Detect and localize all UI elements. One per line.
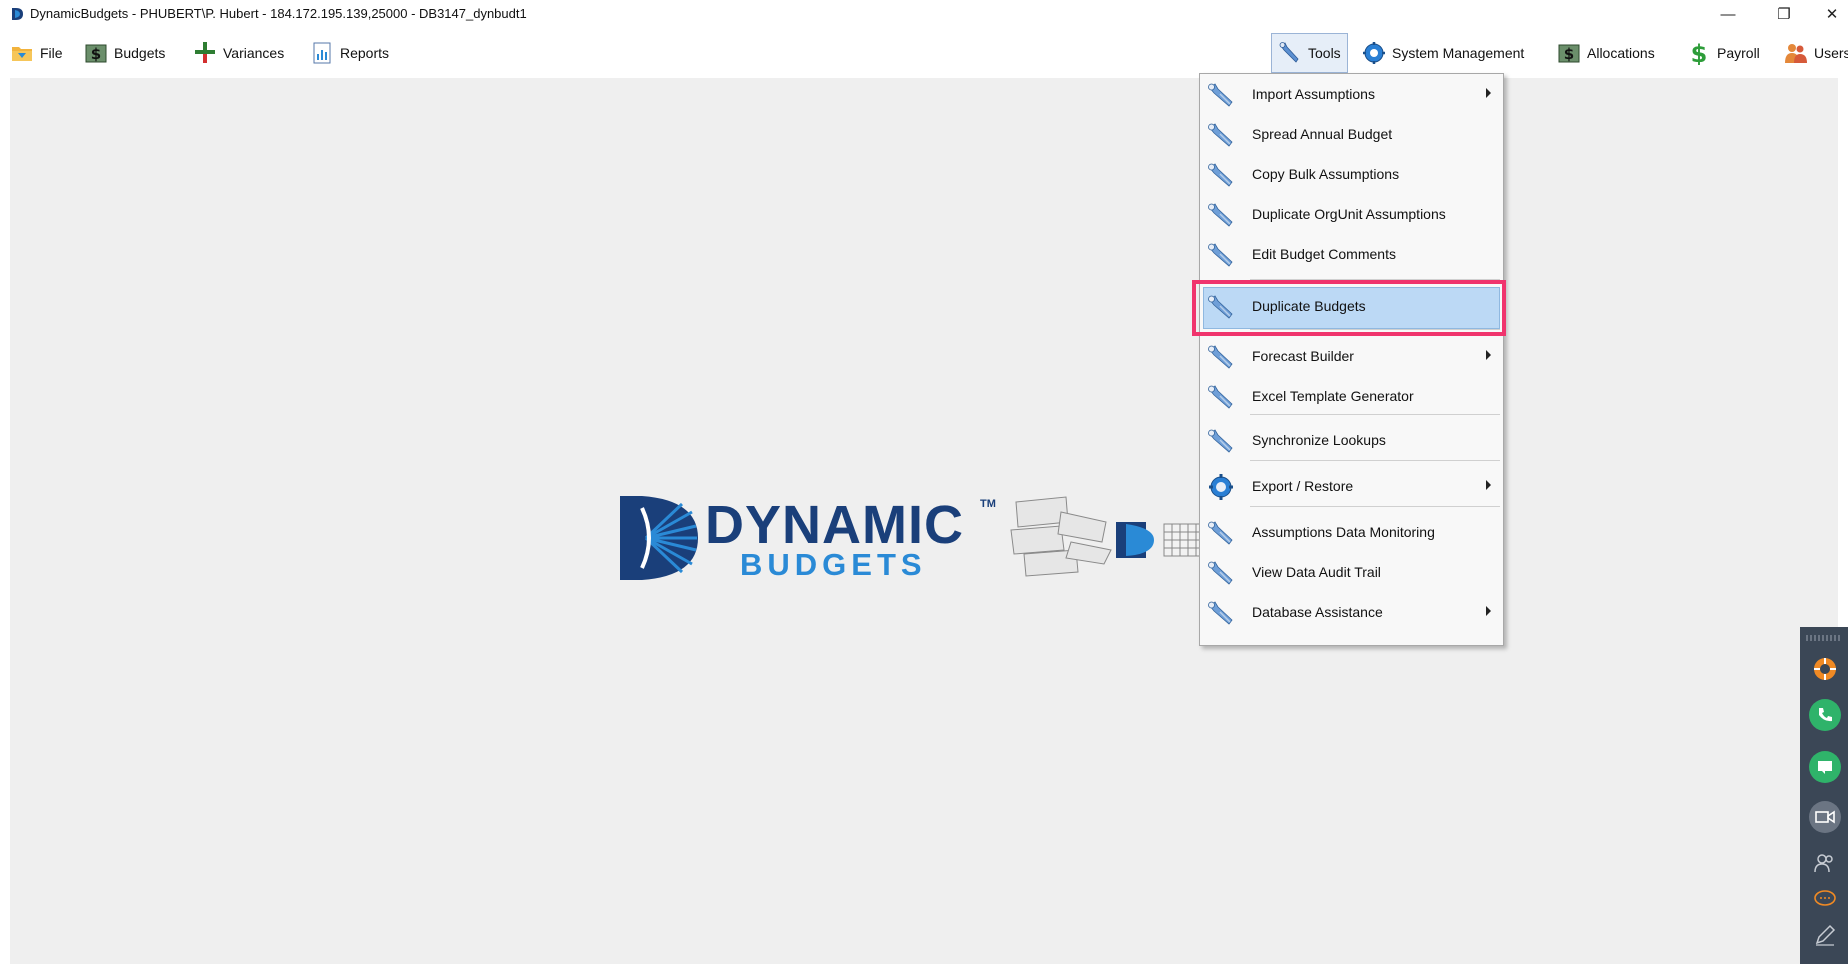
wrench-icon <box>1206 428 1236 454</box>
menu-allocations-label: Allocations <box>1587 45 1655 61</box>
dynamic-budgets-logo: DYNAMIC TM BUDGETS <box>612 492 1032 587</box>
gear-icon <box>1206 474 1236 500</box>
menu-item-excel-template-generator[interactable]: Excel Template Generator <box>1200 376 1503 416</box>
menu-separator <box>1250 506 1500 507</box>
plus-minus-icon <box>195 42 215 63</box>
menu-system-management-label: System Management <box>1392 45 1525 61</box>
menu-separator <box>1250 414 1500 415</box>
menu-file-label: File <box>40 45 63 61</box>
svg-text:$: $ <box>1564 45 1574 63</box>
menu-item-label: Copy Bulk Assumptions <box>1252 166 1400 182</box>
wrench-icon <box>1206 560 1236 586</box>
gear-icon <box>1363 42 1385 64</box>
panel-grip[interactable] <box>1806 635 1842 641</box>
menu-item-label: Export / Restore <box>1252 478 1354 494</box>
wrench-icon <box>1206 384 1236 410</box>
wrench-icon <box>1206 202 1236 228</box>
menu-variances[interactable]: Variances <box>193 36 284 70</box>
svg-text:$: $ <box>91 45 101 63</box>
wrench-icon <box>1206 344 1236 370</box>
menu-item-export-restore[interactable]: Export / Restore <box>1200 466 1503 506</box>
menu-item-database-assistance[interactable]: Database Assistance <box>1200 592 1503 632</box>
wrench-icon <box>1206 162 1236 188</box>
close-button[interactable]: ✕ <box>1804 0 1848 28</box>
menu-item-label: Synchronize Lookups <box>1252 432 1386 448</box>
money-icon: $ <box>1691 41 1708 65</box>
dollar-icon: $ <box>1558 44 1580 63</box>
menu-tools-label: Tools <box>1308 45 1341 61</box>
help-icon[interactable] <box>1809 653 1841 685</box>
remote-support-panel <box>1800 627 1848 964</box>
window-title: DynamicBudgets - PHUBERT\P. Hubert - 184… <box>30 6 527 21</box>
menu-item-label: Excel Template Generator <box>1252 388 1414 404</box>
menu-reports-label: Reports <box>340 45 390 61</box>
menu-allocations[interactable]: $ Allocations <box>1557 36 1655 70</box>
menu-payroll[interactable]: $ Payroll <box>1687 36 1760 70</box>
menu-tools[interactable]: Tools <box>1271 33 1348 73</box>
minimize-icon: — <box>1720 5 1736 23</box>
menu-item-label: Duplicate OrgUnit Assumptions <box>1252 206 1446 222</box>
logo-trademark: TM <box>980 498 996 510</box>
menu-item-assumptions-data-monitoring[interactable]: Assumptions Data Monitoring <box>1200 512 1503 552</box>
menu-budgets[interactable]: $ Budgets <box>84 36 165 70</box>
menu-item-label: Forecast Builder <box>1252 348 1354 364</box>
dollar-icon: $ <box>85 44 107 63</box>
restore-icon: ❐ <box>1777 6 1791 23</box>
phone-icon[interactable] <box>1809 699 1841 731</box>
menu-payroll-label: Payroll <box>1717 45 1760 61</box>
wrench-icon <box>1206 520 1236 546</box>
pen-icon[interactable] <box>1809 919 1841 951</box>
submenu-arrow-icon <box>1486 88 1491 98</box>
folder-icon <box>12 47 32 61</box>
app-window: DynamicBudgets - PHUBERT\P. Hubert - 184… <box>0 0 1848 964</box>
menu-item-label: Spread Annual Budget <box>1252 126 1393 142</box>
report-icon <box>313 42 331 64</box>
menu-file[interactable]: File <box>10 36 63 70</box>
video-icon[interactable] <box>1809 801 1841 833</box>
wrench-icon <box>1206 122 1236 148</box>
title-bar: DynamicBudgets - PHUBERT\P. Hubert - 184… <box>0 0 1848 28</box>
close-icon: ✕ <box>1825 6 1839 23</box>
menu-item-label: Assumptions Data Monitoring <box>1252 524 1435 540</box>
wrench-icon <box>1279 42 1299 63</box>
submenu-arrow-icon <box>1486 606 1491 616</box>
menu-reports[interactable]: Reports <box>310 36 389 70</box>
minimize-button[interactable]: — <box>1700 0 1756 28</box>
menu-item-label: Edit Budget Comments <box>1252 246 1396 262</box>
logo-decoration-graphic <box>1010 496 1202 577</box>
chat-icon[interactable] <box>1809 751 1841 783</box>
wrench-icon <box>1206 82 1236 108</box>
annotation-highlight-box <box>1192 280 1506 336</box>
menu-item-spread-annual-budget[interactable]: Spread Annual Budget <box>1200 114 1503 154</box>
menu-item-duplicate-orgunit-assumptions[interactable]: Duplicate OrgUnit Assumptions <box>1200 194 1503 234</box>
menu-item-label: Database Assistance <box>1252 604 1383 620</box>
menu-budgets-label: Budgets <box>114 45 166 61</box>
submenu-arrow-icon <box>1486 480 1491 490</box>
message-icon[interactable] <box>1809 883 1841 915</box>
menu-item-copy-bulk-assumptions[interactable]: Copy Bulk Assumptions <box>1200 154 1503 194</box>
menu-item-label: View Data Audit Trail <box>1252 564 1381 580</box>
submenu-arrow-icon <box>1486 350 1491 360</box>
menu-item-forecast-builder[interactable]: Forecast Builder <box>1200 336 1503 376</box>
menu-variances-label: Variances <box>223 45 285 61</box>
menu-item-view-data-audit-trail[interactable]: View Data Audit Trail <box>1200 552 1503 592</box>
people-icon[interactable] <box>1809 847 1841 879</box>
menu-separator <box>1250 460 1500 461</box>
app-logo-icon <box>12 8 23 20</box>
menu-item-edit-budget-comments[interactable]: Edit Budget Comments <box>1200 234 1503 274</box>
tools-dropdown-menu: Import Assumptions Spread Annual Budget Co… <box>1199 73 1504 646</box>
logo-mark-icon <box>620 496 698 580</box>
menu-item-import-assumptions[interactable]: Import Assumptions <box>1200 74 1503 114</box>
logo-text-budgets: BUDGETS <box>740 547 927 582</box>
menu-system-management[interactable]: System Management <box>1362 36 1524 70</box>
menu-users-management[interactable]: Users Management <box>1784 36 1848 70</box>
wrench-icon <box>1206 600 1236 626</box>
menu-item-synchronize-lookups[interactable]: Synchronize Lookups <box>1200 420 1503 460</box>
wrench-icon <box>1206 242 1236 268</box>
users-icon <box>1785 44 1807 63</box>
menu-item-label: Import Assumptions <box>1252 86 1375 102</box>
svg-text:$: $ <box>1691 41 1708 65</box>
menu-users-management-label: Users Management <box>1814 45 1848 61</box>
